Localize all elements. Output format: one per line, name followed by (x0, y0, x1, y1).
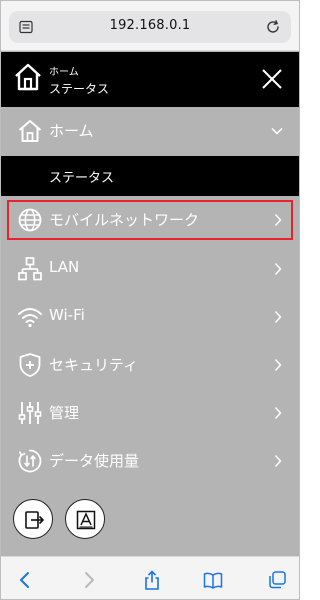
logout-button[interactable] (13, 499, 53, 539)
share-icon[interactable] (142, 570, 162, 590)
menu-item-lan[interactable]: LAN (1, 245, 299, 293)
chevron-right-icon (274, 455, 282, 467)
back-icon[interactable] (15, 570, 35, 590)
menu-label: モバイルネットワーク (49, 211, 200, 229)
data-usage-icon (18, 449, 42, 473)
menu-item-data-usage[interactable]: データ使用量 (1, 437, 299, 485)
wifi-icon (18, 308, 42, 328)
home-icon (18, 120, 42, 142)
network-icon (18, 257, 42, 281)
forward-icon[interactable] (79, 570, 99, 590)
menu-label: ホーム (49, 122, 94, 140)
browser-address-bar: 192.168.0.1 (1, 1, 299, 51)
menu-label: LAN (49, 258, 80, 276)
menu-subitem-label: ステータス (49, 171, 115, 186)
home-icon (15, 63, 41, 91)
chevron-right-icon (274, 359, 282, 371)
logout-icon (25, 511, 45, 529)
menu-item-home[interactable]: ホーム (1, 107, 299, 155)
menu-subitem-status[interactable]: ステータス (1, 156, 299, 196)
chevron-right-icon (274, 407, 282, 419)
header-breadcrumb-current: ステータス (49, 82, 110, 96)
app-header: ホーム ステータス (1, 52, 299, 107)
menu-label: データ使用量 (49, 452, 140, 470)
browser-toolbar (1, 556, 299, 599)
chevron-right-icon (274, 263, 282, 275)
globe-icon (18, 208, 42, 232)
menu-item-mobile-network[interactable]: モバイルネットワーク (1, 196, 299, 244)
text-size-button[interactable] (65, 499, 105, 539)
bookmarks-icon[interactable] (203, 570, 223, 590)
app-frame: 192.168.0.1 ホーム ステータス ホーム ステータス モバイルネットワ… (0, 0, 300, 600)
menu-item-wifi[interactable]: Wi-Fi (1, 293, 299, 341)
menu-label: Wi-Fi (49, 306, 85, 324)
text-size-icon (76, 510, 96, 530)
close-icon[interactable] (261, 68, 283, 90)
menu-label: セキュリティ (49, 356, 139, 374)
menu-item-security[interactable]: セキュリティ (1, 341, 299, 389)
sliders-icon (18, 402, 42, 424)
chevron-right-icon (274, 311, 282, 323)
url-field[interactable]: 192.168.0.1 (9, 11, 291, 43)
url-text: 192.168.0.1 (109, 18, 191, 33)
menu-item-management[interactable]: 管理 (1, 389, 299, 437)
chevron-right-icon (274, 214, 282, 226)
shield-icon (19, 353, 41, 377)
tabs-icon[interactable] (267, 570, 287, 590)
header-breadcrumb-parent: ホーム (49, 67, 79, 78)
chevron-down-icon (271, 127, 283, 135)
reload-icon[interactable] (265, 19, 281, 35)
menu-label: 管理 (49, 404, 80, 422)
